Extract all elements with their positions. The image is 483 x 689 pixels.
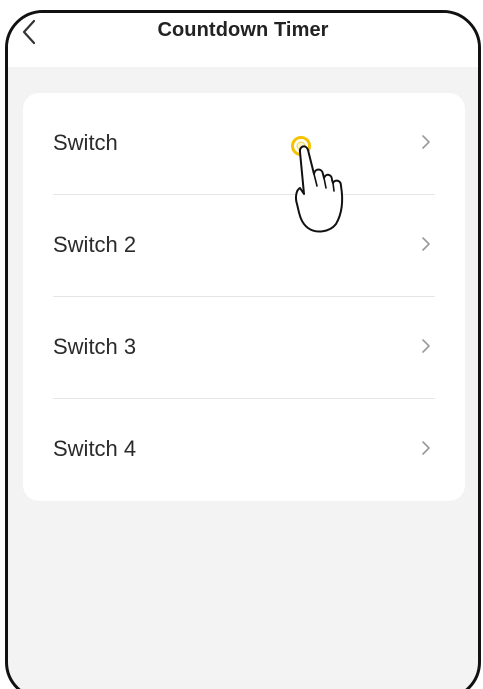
chevron-right-icon	[422, 135, 430, 149]
chevron-right-icon	[422, 237, 430, 251]
list-item-label: Switch 2	[53, 232, 137, 257]
list-item-switch-3[interactable]: Switch 3	[23, 297, 465, 399]
chevron-right-icon	[422, 339, 430, 353]
switch-list: Switch Switch 2 Switch 3 Switch 4	[23, 93, 465, 501]
list-item-switch[interactable]: Switch	[23, 93, 465, 195]
screen: Countdown Timer Switch Switch 2 Switch 3	[0, 0, 483, 689]
phone-frame: Countdown Timer Switch Switch 2 Switch 3	[5, 10, 481, 689]
list-item-label: Switch 4	[53, 436, 137, 461]
header-bar: Countdown Timer	[8, 13, 478, 67]
page-title: Countdown Timer	[157, 19, 329, 41]
list-item-label: Switch	[53, 130, 118, 155]
list-item-switch-2[interactable]: Switch 2	[23, 195, 465, 297]
list-item-label: Switch 3	[53, 334, 137, 359]
chevron-right-icon	[422, 441, 430, 455]
list-item-switch-4[interactable]: Switch 4	[23, 399, 465, 501]
